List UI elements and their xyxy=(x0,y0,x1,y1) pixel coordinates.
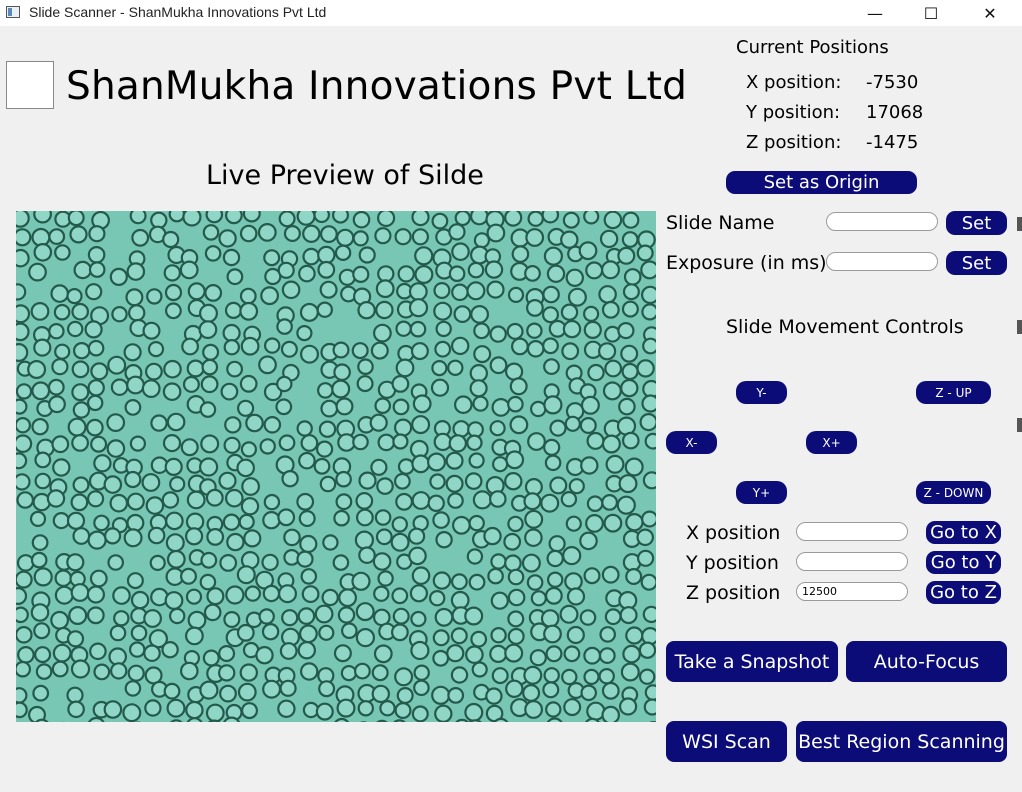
title-bar: Slide Scanner - ShanMukha Innovations Pv… xyxy=(0,0,1022,26)
minimize-icon[interactable]: — xyxy=(845,0,905,26)
slide-name-label: Slide Name xyxy=(666,212,775,234)
x-position-label: X position: xyxy=(746,72,842,93)
goto-x-button[interactable]: Go to X xyxy=(926,521,1001,544)
x-plus-button[interactable]: X+ xyxy=(806,431,857,454)
maximize-icon[interactable]: ☐ xyxy=(901,0,961,26)
window-edge-mark xyxy=(1017,418,1022,432)
movement-controls-heading: Slide Movement Controls xyxy=(726,316,964,338)
preview-title: Live Preview of Silde xyxy=(206,160,484,191)
goto-z-label: Z position xyxy=(686,582,781,604)
company-name: ShanMukha Innovations Pvt Ltd xyxy=(66,64,688,109)
x-position-value: -7530 xyxy=(866,72,919,93)
close-icon[interactable]: ✕ xyxy=(960,0,1020,26)
window-edge-mark xyxy=(1017,320,1022,334)
z-up-button[interactable]: Z - UP xyxy=(916,381,991,404)
y-position-value: 17068 xyxy=(866,102,924,123)
goto-x-label: X position xyxy=(686,522,781,544)
current-positions-heading: Current Positions xyxy=(736,37,889,58)
x-minus-button[interactable]: X- xyxy=(666,431,717,454)
app-window-icon xyxy=(6,6,20,18)
y-minus-button[interactable]: Y- xyxy=(736,381,787,404)
goto-y-input[interactable] xyxy=(796,552,908,571)
goto-y-label: Y position xyxy=(686,552,779,574)
slide-name-set-button[interactable]: Set xyxy=(946,211,1007,235)
wsi-scan-button[interactable]: WSI Scan xyxy=(666,721,787,762)
y-plus-button[interactable]: Y+ xyxy=(736,481,787,504)
live-preview-image xyxy=(16,211,656,722)
exposure-set-button[interactable]: Set xyxy=(946,251,1007,275)
z-position-value: -1475 xyxy=(866,132,919,153)
exposure-input[interactable] xyxy=(826,252,938,271)
z-down-button[interactable]: Z - DOWN xyxy=(916,481,991,504)
slide-name-input[interactable] xyxy=(826,212,938,231)
auto-focus-button[interactable]: Auto-Focus xyxy=(846,641,1007,682)
y-position-label: Y position: xyxy=(746,102,841,123)
window-title: Slide Scanner - ShanMukha Innovations Pv… xyxy=(29,4,327,20)
exposure-label: Exposure (in ms) xyxy=(666,252,827,274)
z-position-label: Z position: xyxy=(746,132,842,153)
best-region-scanning-button[interactable]: Best Region Scanning xyxy=(796,721,1007,762)
goto-z-button[interactable]: Go to Z xyxy=(926,581,1001,604)
window-edge-mark xyxy=(1017,217,1022,231)
goto-z-input[interactable]: 12500 xyxy=(796,582,908,601)
goto-x-input[interactable] xyxy=(796,522,908,541)
goto-y-button[interactable]: Go to Y xyxy=(926,551,1001,574)
set-origin-button[interactable]: Set as Origin xyxy=(726,171,917,194)
take-snapshot-button[interactable]: Take a Snapshot xyxy=(666,641,838,682)
company-logo xyxy=(6,61,54,109)
